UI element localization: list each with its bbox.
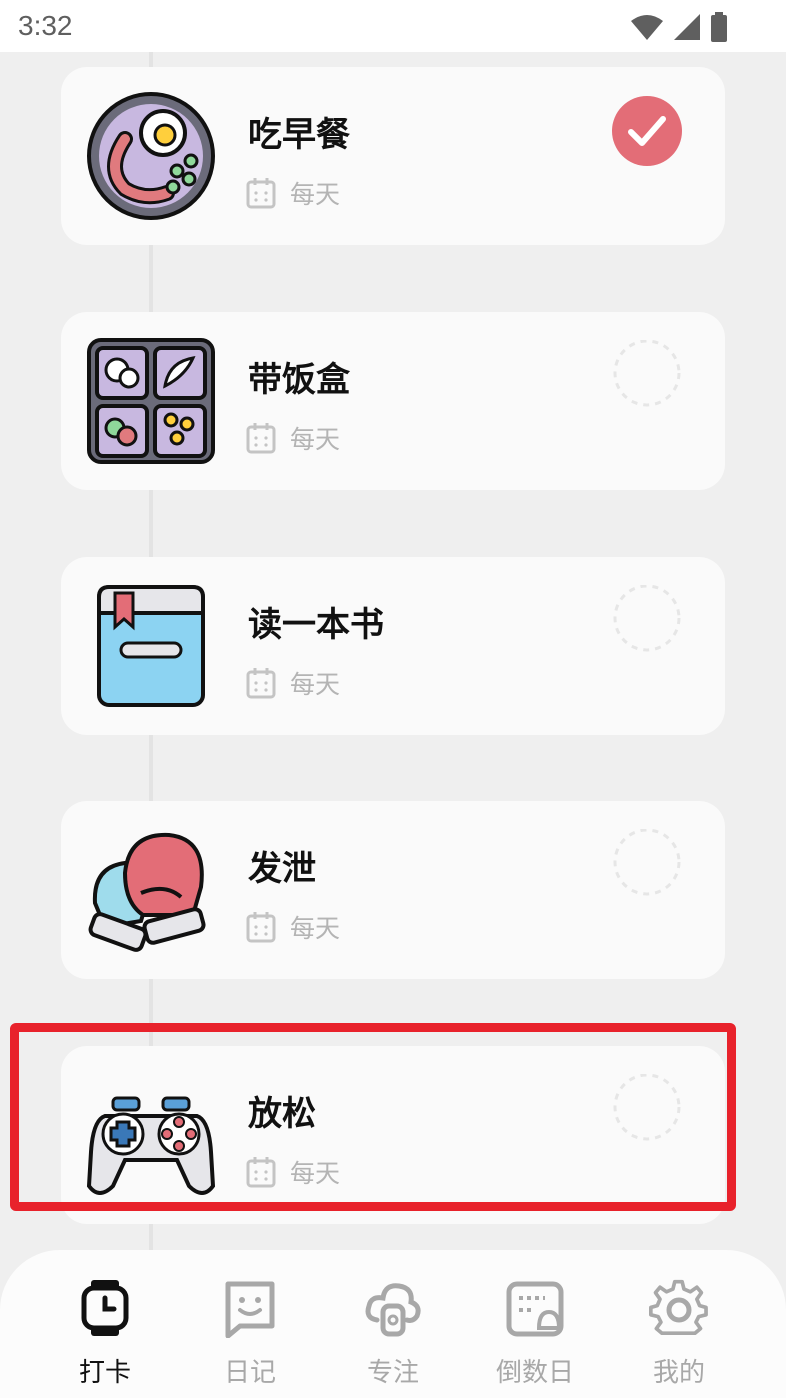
highlight-annotation-box	[10, 1023, 736, 1211]
habit-frequency-text: 每天	[290, 914, 341, 943]
tab-label: 专注	[366, 1358, 419, 1388]
habit-frequency: 每天	[246, 909, 340, 945]
calendar-icon	[246, 912, 276, 943]
tab-countdown[interactable]: 倒数日	[480, 1250, 590, 1398]
calendar-icon	[246, 668, 276, 699]
habit-frequency-text: 每天	[290, 670, 341, 699]
tab-label: 我的	[652, 1358, 705, 1388]
book-icon	[97, 585, 205, 707]
habit-name: 带饭盒	[248, 360, 350, 400]
tab-checkin[interactable]: 打卡	[50, 1250, 160, 1398]
tab-label: 日记	[223, 1358, 276, 1388]
tab-diary[interactable]: 日记	[195, 1250, 305, 1398]
unchecked-circle-icon[interactable]	[611, 340, 683, 412]
boxing-gloves-icon	[88, 832, 206, 952]
tab-label: 倒数日	[495, 1358, 574, 1388]
habit-name: 吃早餐	[248, 115, 350, 155]
habit-card[interactable]: 读一本书 每天	[61, 557, 725, 735]
tab-label: 打卡	[78, 1358, 131, 1388]
countdown-calendar-icon	[506, 1281, 564, 1337]
tab-focus[interactable]: 专注	[338, 1250, 448, 1398]
diary-face-icon	[225, 1281, 275, 1338]
breakfast-plate-icon	[87, 92, 215, 220]
tab-me[interactable]: 我的	[624, 1250, 734, 1398]
habit-frequency: 每天	[246, 175, 340, 211]
status-bar: 3:32	[0, 0, 786, 52]
calendar-icon	[246, 423, 276, 454]
wifi-icon	[631, 15, 663, 40]
battery-icon	[711, 12, 727, 42]
unchecked-circle-icon[interactable]	[611, 585, 683, 657]
gear-icon	[649, 1279, 708, 1336]
habit-name: 读一本书	[248, 605, 384, 645]
bottom-tab-bar: 打卡 日记 专注 倒数日 我的	[0, 1250, 786, 1398]
focus-icon	[365, 1283, 421, 1337]
habit-frequency-text: 每天	[290, 180, 341, 209]
cell-signal-icon	[674, 14, 700, 40]
lunchbox-icon	[87, 338, 215, 464]
habit-frequency: 每天	[246, 420, 340, 456]
habit-card[interactable]: 带饭盒 每天	[61, 312, 725, 490]
habit-card[interactable]: 吃早餐 每天	[61, 67, 725, 245]
calendar-icon	[246, 178, 276, 209]
habit-name: 发泄	[248, 849, 316, 889]
status-icons	[630, 12, 728, 42]
watch-icon	[81, 1280, 129, 1336]
habit-frequency: 每天	[246, 665, 340, 701]
unchecked-circle-icon[interactable]	[611, 829, 683, 901]
status-time: 3:32	[18, 10, 73, 41]
habit-card[interactable]: 发泄 每天	[61, 801, 725, 979]
habit-frequency-text: 每天	[290, 425, 341, 454]
checked-circle-icon[interactable]	[611, 95, 683, 167]
